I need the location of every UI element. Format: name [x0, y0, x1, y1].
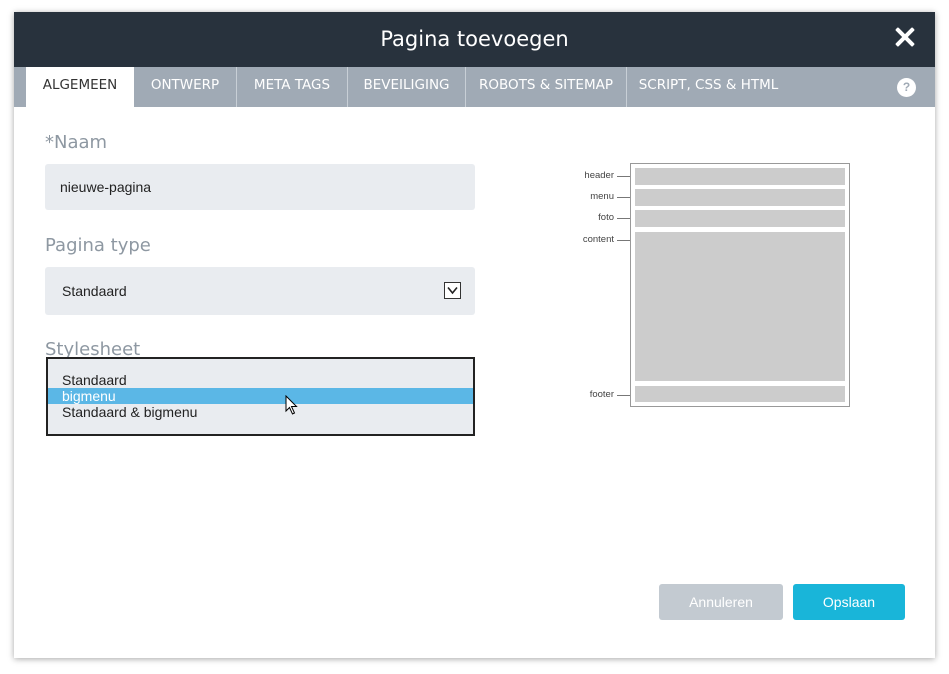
diagram-content-block: [635, 232, 845, 381]
diagram-footer-block: [635, 386, 845, 402]
tab-algemeen[interactable]: ALGEMEEN: [26, 67, 134, 107]
tab-bar: ALGEMEEN ONTWERP META TAGS BEVEILIGING R…: [14, 67, 935, 107]
tab-robots-sitemap[interactable]: ROBOTS & SITEMAP: [466, 67, 627, 107]
diagram-label-foto: foto: [598, 212, 614, 223]
diagram-leader-line: [617, 176, 630, 177]
mouse-cursor-icon: [285, 395, 298, 415]
stylesheet-listbox[interactable]: Standaard bigmenu Standaard & bigmenu: [46, 357, 475, 436]
dialog-titlebar: Pagina toevoegen: [14, 12, 935, 67]
save-button[interactable]: Opslaan: [793, 584, 905, 620]
diagram-label-header: header: [584, 170, 614, 181]
page-layout-diagram: header menu foto content footer: [580, 162, 860, 412]
page-type-select[interactable]: Standaard: [45, 267, 475, 315]
page-type-value: Standaard: [62, 283, 127, 299]
name-label-text: Naam: [54, 132, 108, 153]
diagram-header-block: [635, 168, 845, 185]
diagram-leader-line: [617, 218, 630, 219]
diagram-label-menu: menu: [590, 191, 614, 202]
cancel-button[interactable]: Annuleren: [659, 584, 783, 620]
tab-script-css-html[interactable]: SCRIPT, CSS & HTML: [627, 67, 790, 107]
help-icon[interactable]: ?: [897, 78, 916, 97]
add-page-dialog: Pagina toevoegen ALGEMEEN ONTWERP META T…: [14, 12, 935, 658]
diagram-foto-block: [635, 210, 845, 227]
required-marker: *: [45, 132, 54, 153]
diagram-leader-line: [617, 197, 630, 198]
dialog-title: Pagina toevoegen: [380, 27, 569, 51]
diagram-menu-block: [635, 189, 845, 206]
stylesheet-option-bigmenu[interactable]: bigmenu: [48, 388, 473, 404]
stylesheet-option-standaard[interactable]: Standaard: [48, 372, 473, 388]
name-label: *Naam: [45, 132, 107, 153]
chevron-down-icon[interactable]: [444, 282, 461, 299]
name-input[interactable]: nieuwe-pagina: [45, 164, 475, 210]
diagram-label-footer: footer: [589, 389, 614, 400]
page-type-label: Pagina type: [45, 235, 151, 256]
close-icon[interactable]: [893, 25, 917, 49]
tab-meta-tags[interactable]: META TAGS: [237, 67, 348, 107]
name-input-value: nieuwe-pagina: [60, 179, 152, 195]
tab-beveiliging[interactable]: BEVEILIGING: [348, 67, 466, 107]
stylesheet-option-standaard-bigmenu[interactable]: Standaard & bigmenu: [48, 404, 473, 420]
diagram-leader-line: [617, 240, 630, 241]
tab-ontwerp[interactable]: ONTWERP: [134, 67, 237, 107]
diagram-leader-line: [617, 395, 630, 396]
diagram-label-content: content: [582, 234, 614, 245]
